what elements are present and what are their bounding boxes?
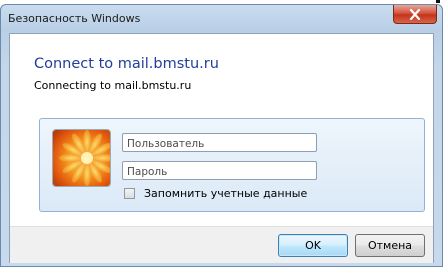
username-input[interactable]	[122, 133, 317, 152]
user-tile-flower-icon	[52, 129, 111, 187]
credential-tile: Запомнить учетные данные	[39, 118, 425, 212]
remember-label: Запомнить учетные данные	[144, 187, 308, 200]
window-title: Безопасность Windows	[8, 12, 141, 25]
dialog-subheading: Connecting to mail.bmstu.ru	[34, 79, 192, 92]
password-input[interactable]	[122, 161, 317, 180]
button-bar: OK Отмена	[10, 226, 433, 263]
security-dialog-window: Безопасность Windows Connect to mail.bms…	[0, 4, 443, 267]
dialog-heading: Connect to mail.bmstu.ru	[34, 56, 219, 72]
cancel-button[interactable]: Отмена	[355, 234, 425, 257]
dialog-body: Connect to mail.bmstu.ru Connecting to m…	[9, 33, 434, 263]
ok-button[interactable]: OK	[278, 234, 348, 257]
remember-credentials-row[interactable]: Запомнить учетные данные	[124, 187, 307, 200]
close-x-icon	[409, 8, 421, 20]
title-bar[interactable]: Безопасность Windows	[1, 5, 442, 33]
desktop-mark	[436, 0, 440, 3]
remember-checkbox[interactable]	[124, 188, 135, 199]
close-button[interactable]	[393, 5, 437, 24]
